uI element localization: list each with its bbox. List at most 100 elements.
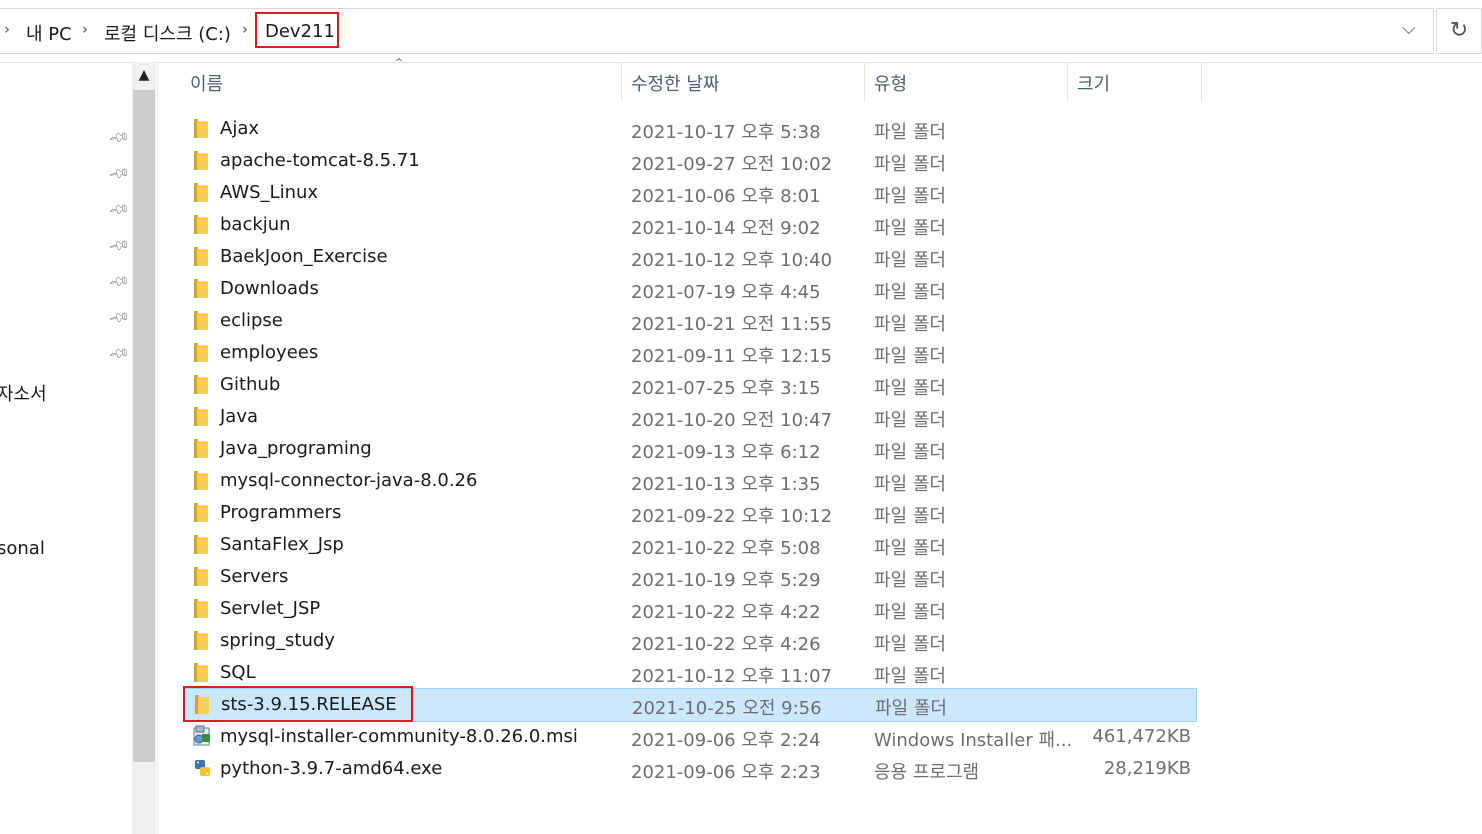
file-name: mysql-connector-java-8.0.26 <box>220 470 478 491</box>
file-row[interactable]: AWS_Linux 2021-10-06 오후 8:01 파일 폴더 <box>183 177 1197 209</box>
folder-icon <box>194 375 208 394</box>
file-type: Windows Installer 패... <box>874 730 1073 751</box>
file-type: 파일 폴더 <box>874 634 946 655</box>
file-name: Ajax <box>220 118 259 139</box>
column-header-type[interactable]: 유형 <box>874 70 907 96</box>
column-divider[interactable] <box>621 62 622 102</box>
file-name: Java_programing <box>220 438 372 459</box>
breadcrumb-item-this-pc[interactable]: 내 PC <box>26 20 72 46</box>
file-row[interactable]: Servers 2021-10-19 오후 5:29 파일 폴더 <box>183 561 1197 593</box>
file-row[interactable]: Java_programing 2021-09-13 오후 6:12 파일 폴더 <box>183 433 1197 465</box>
breadcrumb-item-local-disk[interactable]: 로컬 디스크 (C:) <box>104 20 231 46</box>
file-modified-date: 2021-10-12 오후 11:07 <box>631 666 833 687</box>
folder-icon <box>194 215 208 234</box>
pin-icon[interactable]: 📌︎ <box>107 342 131 365</box>
column-header-size[interactable]: 크기 <box>1077 70 1110 96</box>
folder-icon <box>194 279 208 298</box>
file-row[interactable]: SantaFlex_Jsp 2021-10-22 오후 5:08 파일 폴더 <box>183 529 1197 561</box>
address-bar: › 내 PC › 로컬 디스크 (C:) › Dev211 ⌵ ↻ <box>0 0 1482 63</box>
file-name: Java <box>220 406 259 427</box>
pin-icon[interactable]: 📌︎ <box>107 198 131 221</box>
folder-icon <box>194 119 208 138</box>
file-row[interactable]: mysql-installer-community-8.0.26.0.msi 20… <box>183 721 1197 753</box>
file-type: 파일 폴더 <box>874 378 946 399</box>
file-name: eclipse <box>220 310 283 331</box>
file-type: 파일 폴더 <box>874 186 946 207</box>
file-size: 28,219KB <box>1103 758 1191 779</box>
pin-icon[interactable]: 📌︎ <box>107 270 131 293</box>
file-name: apache-tomcat-8.5.71 <box>220 150 420 171</box>
file-type: 파일 폴더 <box>874 442 946 463</box>
file-modified-date: 2021-09-11 오후 12:15 <box>631 346 833 367</box>
pin-icon[interactable]: 📌︎ <box>107 126 131 149</box>
navigation-pane: 📌︎ 📌︎ 📌︎ 📌︎ 📌︎ 📌︎ 📌︎ 자소서 sonal <box>0 62 132 834</box>
file-row[interactable]: Servlet_JSP 2021-10-22 오후 4:22 파일 폴더 <box>183 593 1197 625</box>
scroll-up-arrow-icon[interactable]: ▲ <box>132 62 156 88</box>
file-type: 파일 폴더 <box>874 122 946 143</box>
file-name: SQL <box>220 662 256 683</box>
chevron-right-icon[interactable]: › <box>242 20 248 38</box>
breadcrumb-item-current: Dev211 <box>265 21 335 42</box>
file-row[interactable]: Ajax 2021-10-17 오후 5:38 파일 폴더 <box>183 113 1197 145</box>
file-row[interactable]: SQL 2021-10-12 오후 11:07 파일 폴더 <box>183 657 1197 689</box>
pin-icon[interactable]: 📌︎ <box>107 234 131 257</box>
file-type: 파일 폴더 <box>874 602 946 623</box>
file-type: 파일 폴더 <box>874 250 946 271</box>
file-row[interactable]: backjun 2021-10-14 오전 9:02 파일 폴더 <box>183 209 1197 241</box>
file-modified-date: 2021-07-25 오후 3:15 <box>631 378 821 399</box>
nav-item-label[interactable]: 자소서 <box>0 380 47 406</box>
column-divider[interactable] <box>1067 62 1068 102</box>
folder-icon <box>194 535 208 554</box>
nav-scrollbar[interactable]: ▲ <box>132 62 156 834</box>
file-size: 461,472KB <box>1092 726 1191 747</box>
file-name: Downloads <box>220 278 319 299</box>
pin-icon[interactable]: 📌︎ <box>107 306 131 329</box>
file-row[interactable]: BaekJoon_Exercise 2021-10-12 오후 10:40 파일 폴… <box>183 241 1197 273</box>
file-row[interactable]: eclipse 2021-10-21 오전 11:55 파일 폴더 <box>183 305 1197 337</box>
file-type: 파일 폴더 <box>874 410 946 431</box>
column-header-date[interactable]: 수정한 날짜 <box>631 70 720 96</box>
file-modified-date: 2021-10-22 오후 4:22 <box>631 602 821 623</box>
pane-divider[interactable] <box>157 62 158 834</box>
file-row[interactable]: employees 2021-09-11 오후 12:15 파일 폴더 <box>183 337 1197 369</box>
folder-icon <box>194 439 208 458</box>
file-row[interactable]: Programmers 2021-09-22 오후 10:12 파일 폴더 <box>183 497 1197 529</box>
nav-item-label[interactable]: sonal <box>0 538 45 559</box>
chevron-right-icon[interactable]: › <box>4 20 10 38</box>
file-name: mysql-installer-community-8.0.26.0.msi <box>220 726 578 747</box>
file-row[interactable]: spring_study 2021-10-22 오후 4:26 파일 폴더 <box>183 625 1197 657</box>
file-modified-date: 2021-09-06 오후 2:24 <box>631 730 821 751</box>
file-row[interactable]: Github 2021-07-25 오후 3:15 파일 폴더 <box>183 369 1197 401</box>
scroll-thumb[interactable] <box>133 90 155 762</box>
file-modified-date: 2021-10-17 오후 5:38 <box>631 122 821 143</box>
file-modified-date: 2021-10-13 오후 1:35 <box>631 474 821 495</box>
file-name: SantaFlex_Jsp <box>220 534 344 555</box>
file-row[interactable]: apache-tomcat-8.5.71 2021-09-27 오전 10:02 파… <box>183 145 1197 177</box>
file-modified-date: 2021-10-19 오후 5:29 <box>631 570 821 591</box>
folder-icon <box>194 343 208 362</box>
file-row[interactable]: python-3.9.7-amd64.exe 2021-09-06 오후 2:23… <box>183 753 1197 785</box>
file-type: 파일 폴더 <box>874 346 946 367</box>
file-name: spring_study <box>220 630 335 651</box>
column-header-name[interactable]: 이름 <box>190 70 223 96</box>
breadcrumb-item-current-highlight[interactable]: Dev211 <box>255 12 339 48</box>
file-row[interactable]: Java 2021-10-20 오전 10:47 파일 폴더 <box>183 401 1197 433</box>
column-divider[interactable] <box>864 62 865 102</box>
pin-icon[interactable]: 📌︎ <box>107 162 131 185</box>
file-type: 파일 폴더 <box>874 314 946 335</box>
file-name: python-3.9.7-amd64.exe <box>220 758 443 779</box>
file-modified-date: 2021-09-06 오후 2:23 <box>631 762 821 783</box>
refresh-icon: ↻ <box>1449 18 1469 43</box>
refresh-button[interactable]: ↻ <box>1436 8 1482 54</box>
file-modified-date: 2021-10-14 오전 9:02 <box>631 218 821 239</box>
file-row[interactable]: mysql-connector-java-8.0.26 2021-10-13 오후… <box>183 465 1197 497</box>
file-name: BaekJoon_Exercise <box>220 246 388 267</box>
chevron-down-icon[interactable]: ⌵ <box>1402 18 1416 39</box>
file-type: 파일 폴더 <box>875 698 947 719</box>
chevron-right-icon[interactable]: › <box>82 20 88 38</box>
file-name: Servlet_JSP <box>220 598 321 619</box>
folder-icon <box>194 407 208 426</box>
file-row[interactable]: Downloads 2021-07-19 오후 4:45 파일 폴더 <box>183 273 1197 305</box>
file-name: AWS_Linux <box>220 182 319 203</box>
column-divider[interactable] <box>1201 62 1202 102</box>
